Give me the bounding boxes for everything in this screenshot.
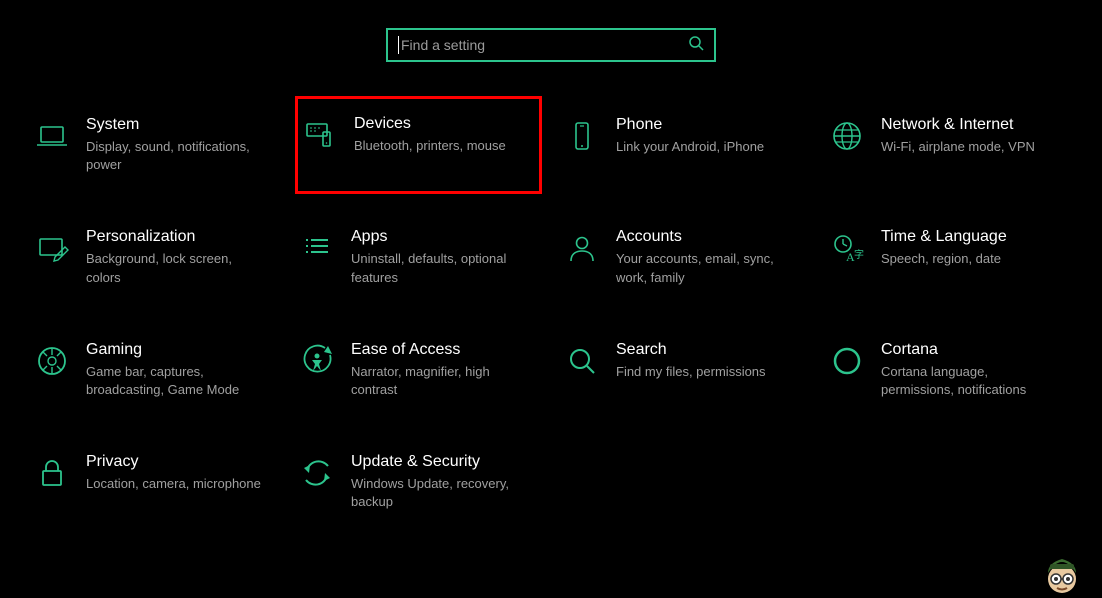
category-desc: Uninstall, defaults, optional features	[351, 250, 526, 286]
category-apps[interactable]: Apps Uninstall, defaults, optional featur…	[295, 224, 542, 290]
devices-icon	[302, 117, 338, 153]
category-title: Devices	[354, 115, 535, 133]
category-title: Apps	[351, 228, 538, 246]
category-title: Personalization	[86, 228, 273, 246]
category-desc: Wi-Fi, airplane mode, VPN	[881, 138, 1056, 156]
cortana-icon	[829, 343, 865, 379]
category-desc: Link your Android, iPhone	[616, 138, 791, 156]
category-title: System	[86, 116, 273, 134]
category-personalization[interactable]: Personalization Background, lock screen, …	[30, 224, 277, 290]
category-search[interactable]: Search Find my files, permissions	[560, 337, 807, 403]
search-box[interactable]	[386, 28, 716, 62]
category-ease-of-access[interactable]: Ease of Access Narrator, magnifier, high …	[295, 337, 542, 403]
ease-icon	[299, 343, 335, 379]
category-title: Ease of Access	[351, 341, 538, 359]
search-input[interactable]	[401, 37, 688, 53]
apps-icon	[299, 230, 335, 266]
search-icon	[688, 35, 704, 56]
globe-icon	[829, 118, 865, 154]
privacy-icon	[34, 455, 70, 491]
search-icon	[564, 343, 600, 379]
category-desc: Windows Update, recovery, backup	[351, 475, 526, 511]
category-desc: Bluetooth, printers, mouse	[354, 137, 529, 155]
category-desc: Speech, region, date	[881, 250, 1056, 268]
category-title: Phone	[616, 116, 803, 134]
category-update-security[interactable]: Update & Security Windows Update, recover…	[295, 449, 542, 515]
category-network-internet[interactable]: Network & Internet Wi-Fi, airplane mode, …	[825, 112, 1072, 178]
category-desc: Game bar, captures, broadcasting, Game M…	[86, 363, 261, 399]
category-desc: Background, lock screen, colors	[86, 250, 261, 286]
category-desc: Find my files, permissions	[616, 363, 791, 381]
category-desc: Location, camera, microphone	[86, 475, 261, 493]
text-cursor	[398, 36, 399, 54]
category-title: Gaming	[86, 341, 273, 359]
personalization-icon	[34, 230, 70, 266]
category-title: Time & Language	[881, 228, 1068, 246]
category-title: Network & Internet	[881, 116, 1068, 134]
gaming-icon	[34, 343, 70, 379]
category-desc: Your accounts, email, sync, work, family	[616, 250, 791, 286]
category-desc: Narrator, magnifier, high contrast	[351, 363, 526, 399]
category-gaming[interactable]: Gaming Game bar, captures, broadcasting, …	[30, 337, 277, 403]
category-cortana[interactable]: Cortana Cortana language, permissions, no…	[825, 337, 1072, 403]
category-time-language[interactable]: Time & Language Speech, region, date	[825, 224, 1072, 290]
category-title: Cortana	[881, 341, 1068, 359]
update-icon	[299, 455, 335, 491]
category-desc: Cortana language, permissions, notificat…	[881, 363, 1056, 399]
category-phone[interactable]: Phone Link your Android, iPhone	[560, 112, 807, 178]
category-accounts[interactable]: Accounts Your accounts, email, sync, work…	[560, 224, 807, 290]
time-lang-icon	[829, 230, 865, 266]
category-privacy[interactable]: Privacy Location, camera, microphone	[30, 449, 277, 515]
category-title: Update & Security	[351, 453, 538, 471]
category-title: Search	[616, 341, 803, 359]
account-icon	[564, 230, 600, 266]
category-devices[interactable]: Devices Bluetooth, printers, mouse	[295, 96, 542, 194]
phone-icon	[564, 118, 600, 154]
category-system[interactable]: System Display, sound, notifications, pow…	[30, 112, 277, 178]
mascot-avatar	[1036, 541, 1088, 598]
category-title: Accounts	[616, 228, 803, 246]
laptop-icon	[34, 118, 70, 154]
category-title: Privacy	[86, 453, 273, 471]
settings-categories-grid: System Display, sound, notifications, pow…	[0, 62, 1102, 516]
category-desc: Display, sound, notifications, power	[86, 138, 261, 174]
